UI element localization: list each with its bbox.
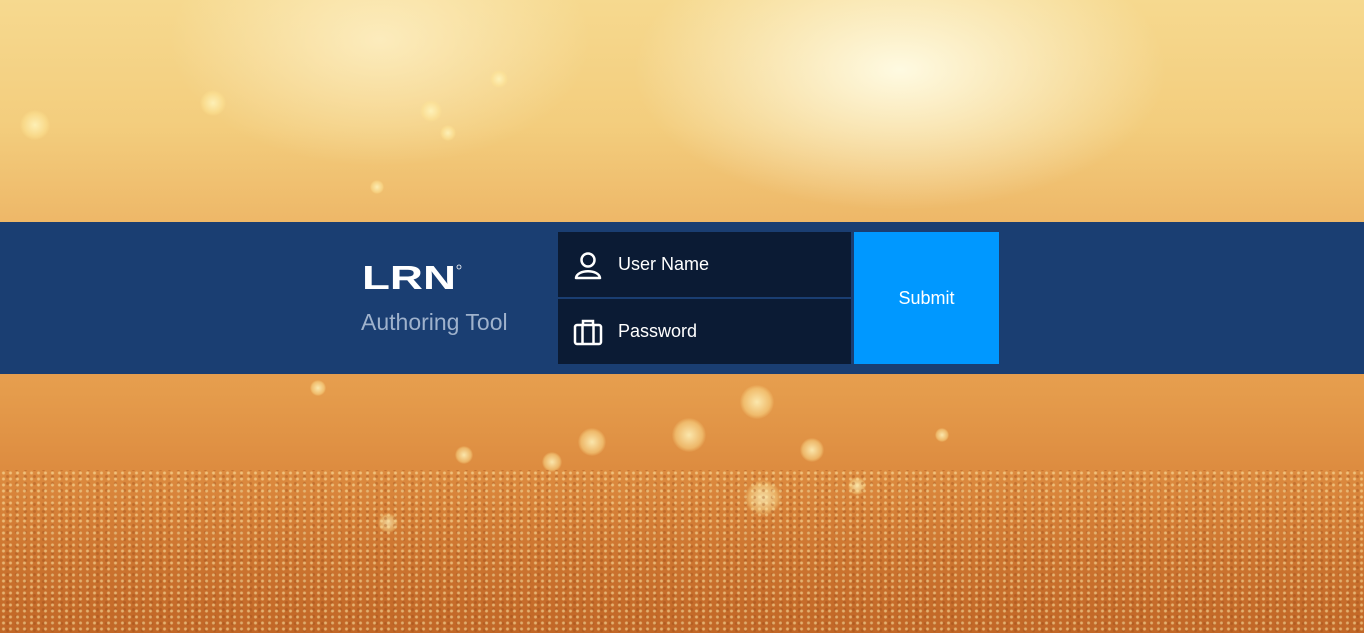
submit-button[interactable]: Submit [854, 232, 999, 364]
password-input[interactable] [618, 321, 838, 342]
username-input[interactable] [618, 254, 838, 275]
svg-text:LRN: LRN [362, 263, 456, 291]
lrn-logo: LRN [362, 259, 462, 296]
user-icon [558, 250, 618, 280]
briefcase-icon [558, 317, 618, 347]
app-subtitle: Authoring Tool [361, 309, 508, 335]
password-field[interactable] [558, 299, 851, 364]
username-field[interactable] [558, 232, 851, 297]
